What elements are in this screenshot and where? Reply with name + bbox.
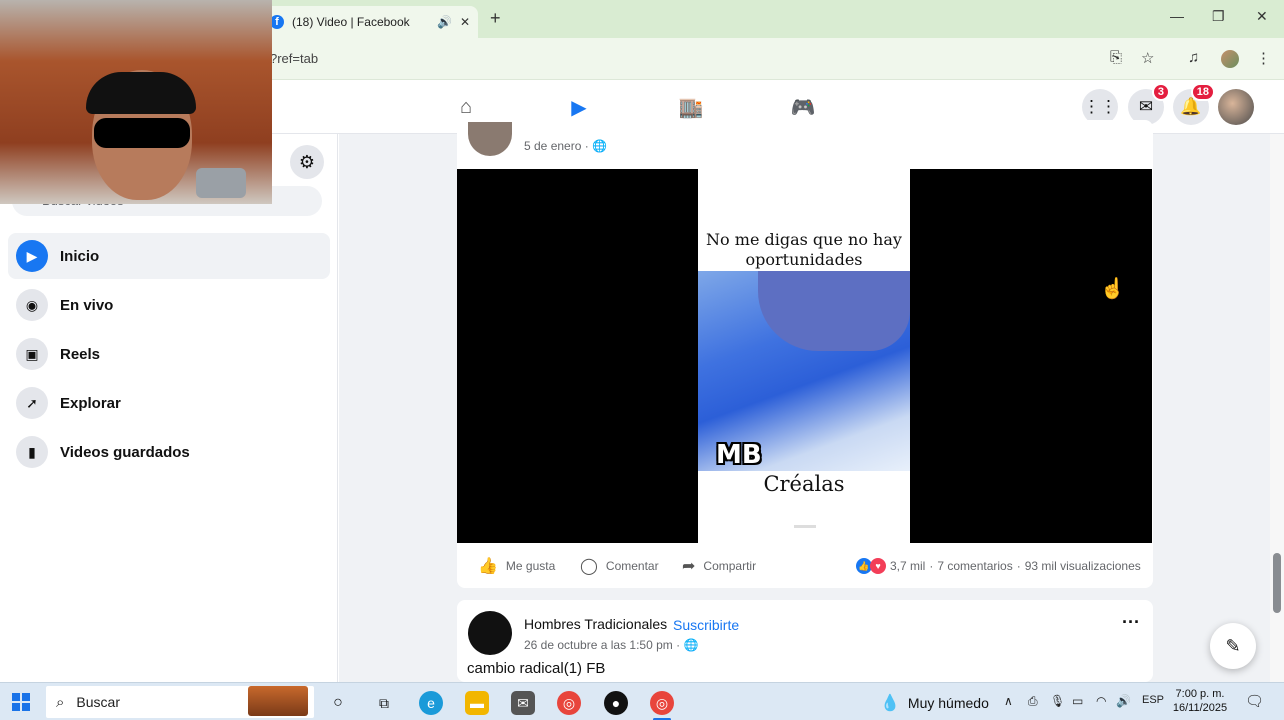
browser-tab[interactable]: f (18) Video | Facebook 🔊 ✕ <box>262 6 478 38</box>
views-count: 93 mil visualizaciones <box>1024 559 1141 573</box>
reactions-count[interactable]: 3,7 mil <box>890 559 925 573</box>
windows-taskbar: ⌕ Buscar ○ ⧉ e ▬ ✉ ◎ ● ◎ 💧 Muy húmedo ∧ … <box>0 682 1284 720</box>
tab-title: (18) Video | Facebook <box>292 15 410 29</box>
sidebar-item-explorar[interactable]: ➚ Explorar <box>8 380 330 426</box>
post-stats: 👍 ♥ 3,7 mil · 7 comentarios · 93 mil vis… <box>856 558 1141 574</box>
search-highlight-image <box>248 686 308 716</box>
edge-icon[interactable]: e <box>419 691 443 715</box>
reels-icon: ▣ <box>16 338 48 370</box>
page-name[interactable]: Hombres Tradicionales <box>524 616 667 632</box>
like-button[interactable]: 👍 Me gusta <box>478 556 555 576</box>
windows-start-icon[interactable] <box>12 693 30 711</box>
sidebar-item-label: Videos guardados <box>60 443 190 461</box>
battery-icon[interactable]: ▭ <box>1072 694 1083 708</box>
hand-cursor-icon: ☝ <box>1100 278 1125 300</box>
clock[interactable]: 7:00 p. m. 16/11/2025 <box>1170 687 1230 715</box>
sidebar-item-label: Reels <box>60 345 101 363</box>
share-button[interactable]: ➦ Compartir <box>682 556 756 576</box>
video-caption-bottom: Créalas <box>763 472 845 496</box>
video-caption-top: No me digas que no hay oportunidades <box>706 230 902 269</box>
chrome-profile-avatar[interactable] <box>1221 50 1239 68</box>
sidebar-item-label: En vivo <box>60 296 114 314</box>
facebook-favicon-icon: f <box>270 15 284 29</box>
love-reaction-icon: ♥ <box>870 558 886 574</box>
maximize-icon[interactable]: ❐ <box>1212 8 1225 25</box>
globe-icon: 🌐 <box>683 638 699 652</box>
home-icon[interactable]: ⌂ <box>441 92 491 122</box>
url-text[interactable]: ?ref=tab <box>270 51 318 66</box>
search-icon: ⌕ <box>56 693 65 711</box>
bookmark-icon: ▮ <box>16 436 48 468</box>
chrome-menu-icon[interactable]: ⋮ <box>1256 49 1271 67</box>
notification-center-icon[interactable]: 🗨 <box>1245 692 1264 710</box>
cortana-icon[interactable]: ○ <box>326 691 350 715</box>
task-view-icon[interactable]: ⧉ <box>372 691 396 715</box>
language-indicator[interactable]: ESP <box>1142 694 1164 706</box>
gaming-icon[interactable]: 🎮 <box>778 92 828 122</box>
more-options-icon[interactable]: ··· <box>1122 612 1140 633</box>
usb-icon[interactable]: ⎙ <box>1028 694 1038 709</box>
subscribe-button[interactable]: Suscribirte <box>673 617 739 633</box>
volume-icon[interactable]: 🔊 <box>1116 694 1131 708</box>
thumbs-up-icon: 👍 <box>478 558 498 575</box>
share-icon: ➦ <box>682 558 696 575</box>
scrollbar-thumb[interactable] <box>1273 553 1281 613</box>
recorder-icon[interactable]: ● <box>604 691 628 715</box>
comments-count[interactable]: 7 comentarios <box>937 559 1012 573</box>
speaker-icon[interactable]: 🔊 <box>437 15 452 29</box>
profile-avatar[interactable] <box>1218 89 1254 125</box>
page-avatar[interactable] <box>468 611 512 655</box>
wifi-icon[interactable]: ◠ <box>1096 694 1106 708</box>
weather-widget[interactable]: 💧 Muy húmedo <box>880 693 989 713</box>
webcam-overlay <box>0 0 272 204</box>
messenger-badge: 3 <box>1151 83 1170 101</box>
chrome-icon[interactable]: ◎ <box>557 691 581 715</box>
sidebar-item-label: Inicio <box>60 247 100 265</box>
bookmark-star-icon[interactable]: ☆ <box>1141 49 1154 67</box>
close-tab-icon[interactable]: ✕ <box>460 15 470 29</box>
chrome-active-icon[interactable]: ◎ <box>650 691 674 715</box>
notifications-badge: 18 <box>1190 83 1215 101</box>
messenger-icon: ✉ <box>1138 97 1154 116</box>
sidebar-item-en-vivo[interactable]: ◉ En vivo <box>8 282 330 328</box>
post-date[interactable]: 5 de enero · 🌐 <box>524 139 607 153</box>
chevron-up-icon[interactable]: ∧ <box>1004 694 1013 708</box>
new-tab-button[interactable]: + <box>490 8 501 29</box>
mail-icon[interactable]: ✉ <box>511 691 535 715</box>
video-progress <box>794 525 816 528</box>
sidebar-item-reels[interactable]: ▣ Reels <box>8 331 330 377</box>
live-camera-icon: ◉ <box>16 289 48 321</box>
install-app-icon[interactable]: ⎘ <box>1110 49 1122 66</box>
globe-icon: 🌐 <box>592 139 608 153</box>
play-icon: ▶ <box>16 240 48 272</box>
media-control-icon[interactable]: ♫ <box>1188 49 1199 66</box>
sidebar-item-inicio[interactable]: ▶ Inicio <box>8 233 330 279</box>
notifications-button[interactable]: 🔔 18 <box>1173 83 1215 125</box>
microphone-icon[interactable]: 🎙 <box>1050 694 1065 708</box>
post-text: cambio radical(1) FB <box>467 660 606 677</box>
marketplace-icon[interactable]: 🏬 <box>666 92 716 122</box>
comment-icon: ◯ <box>580 558 598 575</box>
sidebar-item-label: Explorar <box>60 394 121 412</box>
close-window-icon[interactable]: ✕ <box>1256 8 1268 25</box>
comment-button[interactable]: ◯ Comentar <box>580 556 659 576</box>
settings-gear-icon[interactable]: ⚙ <box>290 145 324 179</box>
file-explorer-icon[interactable]: ▬ <box>465 691 489 715</box>
water-drop-icon: 💧 <box>880 695 900 712</box>
video-sidebar: ⚙ Buscar videos ▶ Inicio ◉ En vivo ▣ Ree… <box>0 134 338 682</box>
video-tab-icon[interactable]: ▶ <box>554 92 604 122</box>
minimize-icon[interactable]: — <box>1170 8 1184 24</box>
rocket-icon: ➚ <box>16 387 48 419</box>
compose-message-icon[interactable]: ✎ <box>1210 623 1256 669</box>
post-date[interactable]: 26 de octubre a las 1:50 pm · 🌐 <box>524 638 698 652</box>
video-watermark: MB <box>716 440 762 470</box>
sidebar-item-videos-guardados[interactable]: ▮ Videos guardados <box>8 429 330 475</box>
